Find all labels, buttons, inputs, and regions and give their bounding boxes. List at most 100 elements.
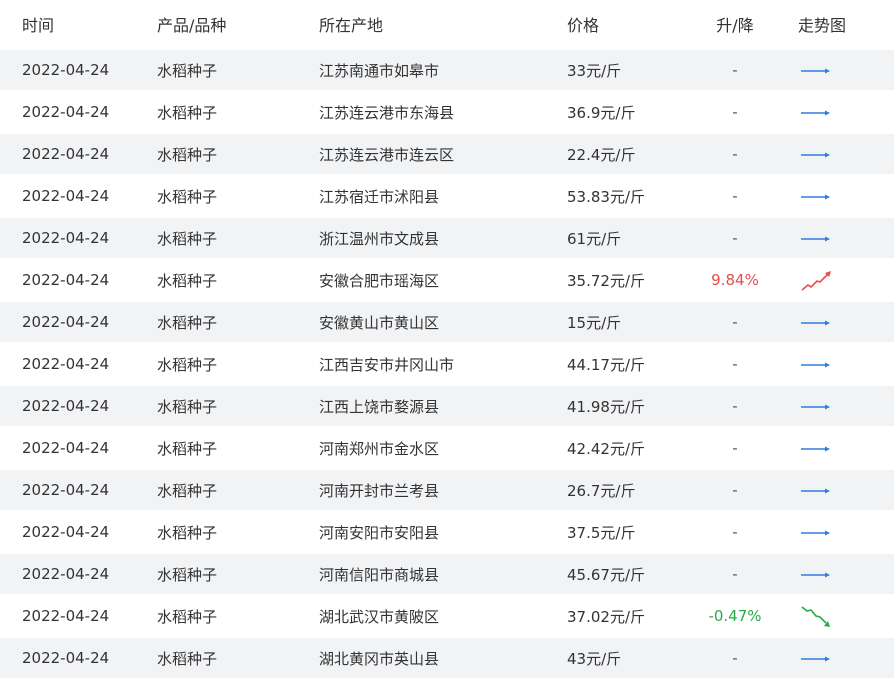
cell-change: - bbox=[732, 145, 738, 163]
cell-product: 水稻种子 bbox=[157, 313, 218, 332]
cell-date: 2022-04-24 bbox=[22, 649, 110, 667]
cell-trend bbox=[785, 49, 894, 91]
header-date: 时间 bbox=[22, 16, 55, 35]
cell-product: 水稻种子 bbox=[157, 607, 218, 626]
cell-date: 2022-04-24 bbox=[22, 61, 110, 79]
cell-date: 2022-04-24 bbox=[22, 439, 110, 457]
cell-trend bbox=[785, 259, 894, 301]
header-change: 升/降 bbox=[716, 16, 754, 35]
cell-product: 水稻种子 bbox=[157, 355, 218, 374]
cell-price: 37.02元/斤 bbox=[567, 607, 645, 626]
table-row: 2022-04-24 水稻种子 安徽合肥市瑶海区 35.72元/斤 9.84% bbox=[0, 259, 894, 301]
cell-origin: 江苏连云港市连云区 bbox=[319, 145, 455, 164]
header-trend: 走势图 bbox=[798, 16, 847, 35]
trend-flat-icon bbox=[801, 530, 830, 536]
cell-trend bbox=[785, 469, 894, 511]
cell-change: -0.47% bbox=[708, 607, 762, 625]
table-row: 2022-04-24 水稻种子 河南郑州市金水区 42.42元/斤 - bbox=[0, 427, 894, 469]
cell-trend bbox=[785, 343, 894, 385]
price-table: 时间 产品/品种 所在产地 价格 升/降 走势图 2022-04-24 水稻种子江… bbox=[0, 0, 894, 678]
cell-origin: 江西上饶市婺源县 bbox=[319, 397, 440, 416]
cell-change: - bbox=[732, 187, 738, 205]
cell-change: - bbox=[732, 355, 738, 373]
table-row: 2022-04-24 水稻种子 江苏连云港市连云区 22.4元/斤 - bbox=[0, 133, 894, 175]
table-row: 2022-04-24 水稻种子 江西吉安市井冈山市 44.17元/斤 - bbox=[0, 343, 894, 385]
table-row: 2022-04-24 水稻种子 江苏连云港市东海县 36.9元/斤 - bbox=[0, 91, 894, 133]
cell-origin: 江苏南通市如皋市 bbox=[319, 61, 440, 80]
cell-origin: 安徽黄山市黄山区 bbox=[319, 313, 440, 332]
cell-price: 44.17元/斤 bbox=[567, 355, 645, 374]
cell-change: - bbox=[732, 103, 738, 121]
cell-change: - bbox=[732, 565, 738, 583]
cell-price: 36.9元/斤 bbox=[567, 103, 636, 122]
cell-date: 2022-04-24 bbox=[22, 523, 110, 541]
header-row: 时间 产品/品种 所在产地 价格 升/降 走势图 bbox=[0, 0, 894, 49]
trend-flat-icon bbox=[801, 320, 830, 326]
cell-product: 水稻种子 bbox=[157, 229, 218, 248]
table-row: 2022-04-24 水稻种子 河南开封市兰考县 26.7元/斤 - bbox=[0, 469, 894, 511]
trend-flat-icon bbox=[801, 446, 830, 452]
table-row: 2022-04-24 水稻种子 湖北黄冈市英山县 43元/斤 - bbox=[0, 637, 894, 678]
header-price: 价格 bbox=[567, 16, 600, 35]
cell-trend bbox=[785, 427, 894, 469]
cell-product: 水稻种子 bbox=[157, 397, 218, 416]
cell-change: - bbox=[732, 397, 738, 415]
cell-change: - bbox=[732, 481, 738, 499]
cell-change: - bbox=[732, 61, 738, 79]
cell-product: 水稻种子 bbox=[157, 61, 218, 80]
trend-flat-icon bbox=[801, 488, 830, 494]
cell-trend bbox=[785, 301, 894, 343]
cell-product: 水稻种子 bbox=[157, 481, 218, 500]
table-row: 2022-04-24 水稻种子 江苏宿迁市沭阳县 53.83元/斤 - bbox=[0, 175, 894, 217]
table-body: 2022-04-24 水稻种子 江苏南通市如皋市 33元/斤 - 2022-04-24 水稻… bbox=[0, 49, 894, 678]
cell-price: 45.67元/斤 bbox=[567, 565, 645, 584]
cell-trend bbox=[785, 133, 894, 175]
cell-origin: 河南郑州市金水区 bbox=[319, 439, 440, 458]
trend-flat-icon bbox=[801, 68, 830, 74]
cell-date: 2022-04-24 bbox=[22, 607, 110, 625]
trend-flat-icon bbox=[801, 404, 830, 410]
table-row: 2022-04-24 水稻种子 湖北武汉市黄陂区 37.02元/斤 -0.47% bbox=[0, 595, 894, 637]
table-row: 2022-04-24 水稻种子 河南信阳市商城县 45.67元/斤 - bbox=[0, 553, 894, 595]
header-origin: 所在产地 bbox=[319, 16, 384, 35]
cell-product: 水稻种子 bbox=[157, 187, 218, 206]
table-row: 2022-04-24 水稻种子 安徽黄山市黄山区 15元/斤 - bbox=[0, 301, 894, 343]
cell-change: - bbox=[732, 229, 738, 247]
cell-change: - bbox=[732, 523, 738, 541]
cell-product: 水稻种子 bbox=[157, 271, 218, 290]
table-row: 2022-04-24 水稻种子 河南安阳市安阳县 37.5元/斤 - bbox=[0, 511, 894, 553]
cell-date: 2022-04-24 bbox=[22, 481, 110, 499]
cell-change: 9.84% bbox=[711, 271, 759, 289]
cell-trend bbox=[785, 553, 894, 595]
cell-price: 26.7元/斤 bbox=[567, 481, 636, 500]
cell-trend bbox=[785, 511, 894, 553]
cell-date: 2022-04-24 bbox=[22, 229, 110, 247]
cell-trend bbox=[785, 595, 894, 637]
cell-price: 22.4元/斤 bbox=[567, 145, 636, 164]
cell-trend bbox=[785, 385, 894, 427]
cell-price: 33元/斤 bbox=[567, 61, 622, 80]
cell-price: 15元/斤 bbox=[567, 313, 622, 332]
table-row: 2022-04-24 水稻种子 浙江温州市文成县 61元/斤 - bbox=[0, 217, 894, 259]
cell-origin: 安徽合肥市瑶海区 bbox=[319, 271, 440, 290]
table-row: 2022-04-24 水稻种子 江苏南通市如皋市 33元/斤 - bbox=[0, 49, 894, 91]
cell-origin: 河南开封市兰考县 bbox=[319, 481, 440, 500]
cell-origin: 湖北黄冈市英山县 bbox=[319, 649, 440, 668]
cell-price: 42.42元/斤 bbox=[567, 439, 645, 458]
cell-product: 水稻种子 bbox=[157, 439, 218, 458]
cell-price: 37.5元/斤 bbox=[567, 523, 636, 542]
cell-price: 53.83元/斤 bbox=[567, 187, 645, 206]
cell-date: 2022-04-24 bbox=[22, 565, 110, 583]
cell-origin: 河南安阳市安阳县 bbox=[319, 523, 440, 542]
cell-product: 水稻种子 bbox=[157, 145, 218, 164]
cell-trend bbox=[785, 91, 894, 133]
cell-price: 43元/斤 bbox=[567, 649, 622, 668]
cell-product: 水稻种子 bbox=[157, 565, 218, 584]
trend-flat-icon bbox=[801, 152, 830, 158]
cell-price: 35.72元/斤 bbox=[567, 271, 645, 290]
cell-origin: 湖北武汉市黄陂区 bbox=[319, 607, 440, 626]
cell-date: 2022-04-24 bbox=[22, 355, 110, 373]
cell-date: 2022-04-24 bbox=[22, 187, 110, 205]
table-row: 2022-04-24 水稻种子 江西上饶市婺源县 41.98元/斤 - bbox=[0, 385, 894, 427]
cell-product: 水稻种子 bbox=[157, 649, 218, 668]
